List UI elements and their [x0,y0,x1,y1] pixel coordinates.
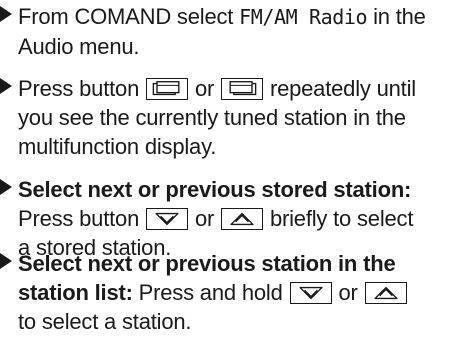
item-line: multifunction display. [18,134,217,159]
bullet-arrow-icon [0,253,12,269]
next-page-key-icon [221,77,264,100]
item-heading-continuation: station list: [18,280,133,305]
text-fragment: Press button [18,76,146,101]
text-fragment: repeatedly until [264,76,416,101]
item-line: you see the currently tuned station in t… [18,105,406,130]
bullet-arrow-icon [0,179,12,195]
item-line: Audio menu. [18,34,140,59]
down-arrow-key-icon [289,281,332,304]
text-fragment: Press button [18,206,146,231]
bullet-arrow-icon [0,6,12,22]
item-line: Press button or briefly to select [18,204,473,233]
text-fragment: or [189,76,221,101]
bullet-arrow-icon [0,78,12,94]
item-line: From COMAND select FM/AM Radio in the [18,2,473,32]
text-fragment: Press and hold [132,280,289,305]
item-heading: Select next or previous stored station: [18,177,412,202]
list-item: From COMAND select FM/AM Radio in the Au… [0,2,473,61]
text-fragment: or [189,206,221,231]
text-fragment: From COMAND select [18,4,240,29]
text-fragment: in the [367,4,426,29]
up-arrow-key-icon [221,207,264,230]
up-arrow-key-icon [364,281,407,304]
text-fragment: briefly to select [264,206,414,231]
item-line: to select a station. [18,309,192,334]
item-line: station list: Press and hold or [18,278,473,307]
previous-page-key-icon [146,77,189,100]
down-arrow-key-icon [146,207,189,230]
instruction-list: From COMAND select FM/AM Radio in the Au… [0,0,473,342]
text-fragment: or [332,280,364,305]
list-item: Press button or repeatedly until you see… [0,74,473,161]
menu-item-code: FM/AM Radio [239,5,368,29]
item-line: Press button or repeatedly until [18,74,473,103]
list-item: Select next or previous station in the s… [0,249,473,336]
item-heading: Select next or previous station in the [18,251,396,276]
